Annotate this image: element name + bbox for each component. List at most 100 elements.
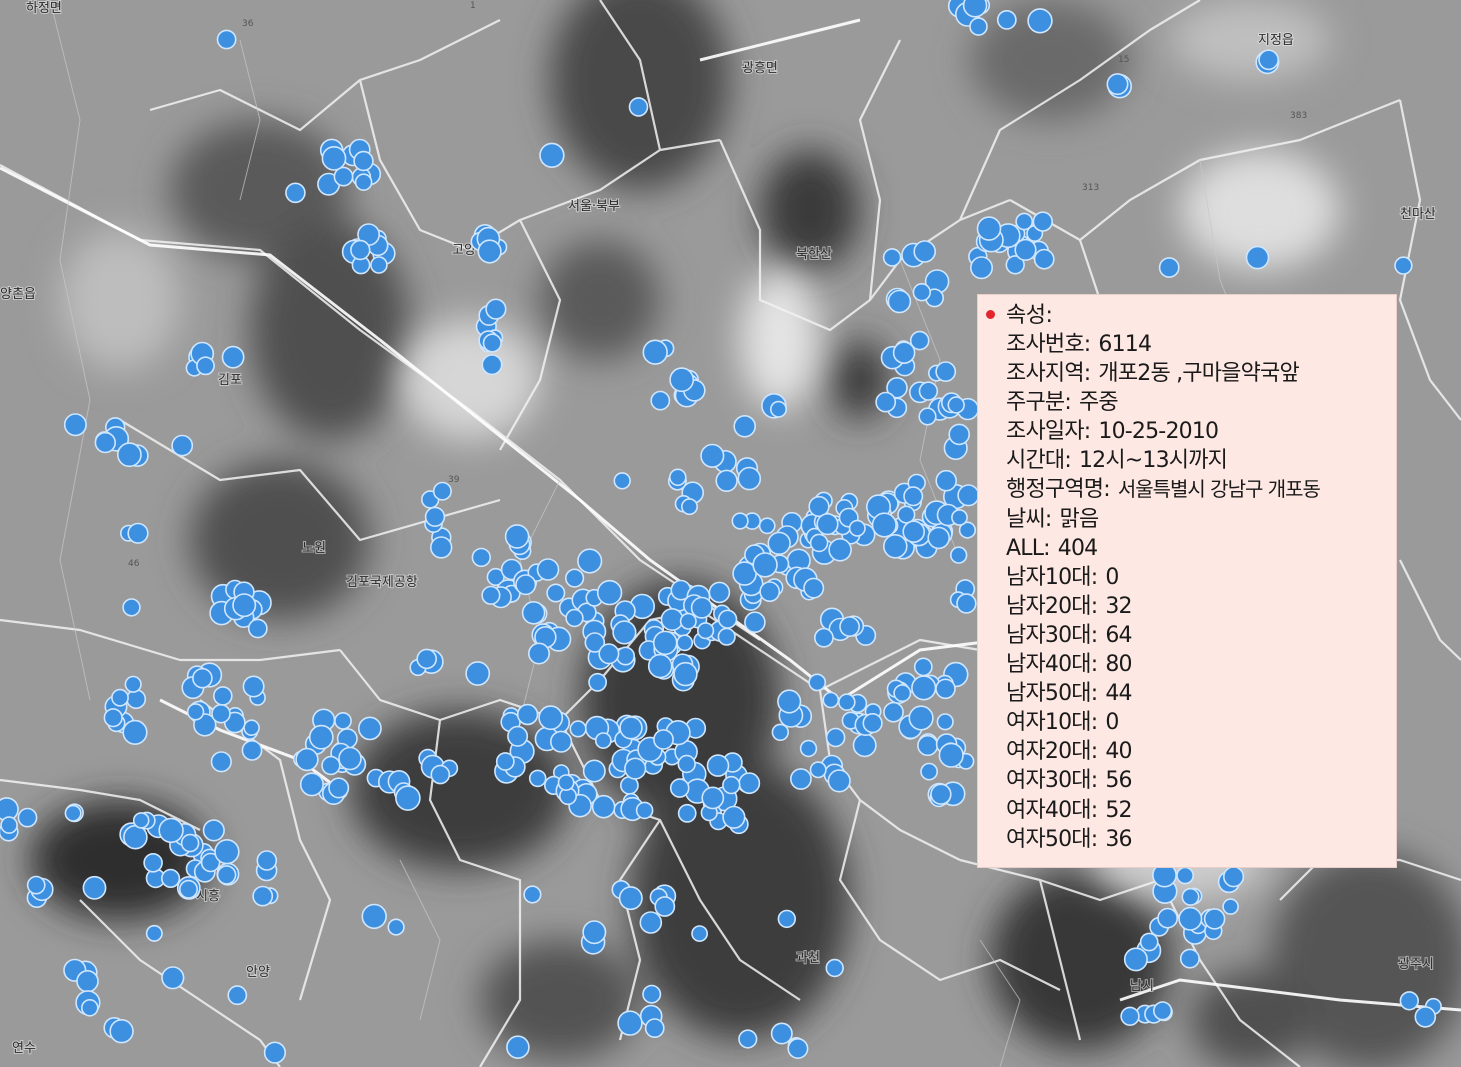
survey-point-marker[interactable] (350, 239, 371, 261)
survey-point-marker[interactable] (882, 248, 902, 267)
survey-point-marker[interactable] (506, 1035, 530, 1059)
survey-point-marker[interactable] (577, 548, 603, 574)
survey-point-marker[interactable] (680, 498, 698, 516)
survey-point-marker[interactable] (424, 506, 446, 527)
survey-point-marker[interactable] (769, 400, 787, 418)
survey-point-marker[interactable] (639, 911, 663, 934)
survey-point-marker[interactable] (912, 283, 931, 302)
survey-point-marker[interactable] (1106, 73, 1129, 96)
survey-point-marker[interactable] (1222, 866, 1245, 888)
survey-point-marker[interactable] (1203, 908, 1226, 930)
survey-point-marker[interactable] (82, 875, 107, 900)
survey-point-marker[interactable] (241, 740, 263, 761)
survey-point-marker[interactable] (951, 509, 968, 526)
survey-point-marker[interactable] (210, 751, 232, 773)
survey-point-marker[interactable] (432, 481, 452, 501)
survey-point-marker[interactable] (777, 909, 796, 929)
survey-point-marker[interactable] (161, 868, 181, 889)
survey-point-marker[interactable] (26, 875, 46, 895)
survey-point-marker[interactable] (790, 768, 812, 790)
survey-point-marker[interactable] (158, 817, 184, 844)
survey-point-marker[interactable] (642, 984, 662, 1004)
survey-point-marker[interactable] (696, 622, 715, 640)
survey-point-marker[interactable] (171, 434, 194, 457)
survey-point-marker[interactable] (913, 240, 937, 263)
survey-point-marker[interactable] (430, 536, 453, 559)
survey-point-marker[interactable] (1123, 947, 1148, 972)
survey-point-marker[interactable] (370, 256, 388, 274)
survey-point-marker[interactable] (285, 182, 306, 204)
survey-point-marker[interactable] (618, 886, 643, 911)
survey-point-marker[interactable] (582, 759, 606, 783)
survey-point-marker[interactable] (596, 579, 623, 606)
survey-point-marker[interactable] (321, 145, 347, 171)
survey-point-marker[interactable] (477, 239, 502, 264)
survey-point-marker[interactable] (143, 852, 163, 873)
survey-point-marker[interactable] (299, 772, 324, 797)
survey-point-marker[interactable] (816, 512, 839, 536)
survey-point-marker[interactable] (546, 583, 566, 603)
survey-point-marker[interactable] (825, 958, 844, 978)
survey-point-marker[interactable] (814, 627, 834, 648)
survey-point-marker[interactable] (917, 734, 939, 757)
survey-point-marker[interactable] (263, 1041, 287, 1064)
survey-point-marker[interactable] (598, 643, 620, 665)
survey-point-marker[interactable] (1178, 906, 1203, 931)
survey-point-marker[interactable] (803, 577, 825, 599)
survey-point-marker[interactable] (1032, 211, 1054, 232)
survey-point-marker[interactable] (828, 537, 852, 562)
survey-point-marker[interactable] (938, 742, 964, 768)
survey-point-marker[interactable] (676, 634, 694, 652)
survey-point-marker[interactable] (1139, 932, 1159, 952)
survey-point-marker[interactable] (242, 675, 265, 698)
survey-point-marker[interactable] (1399, 991, 1420, 1011)
survey-point-marker[interactable] (295, 747, 319, 772)
survey-point-marker[interactable] (927, 526, 951, 550)
survey-point-marker[interactable] (256, 850, 278, 871)
survey-point-marker[interactable] (252, 885, 274, 907)
survey-point-marker[interactable] (387, 918, 405, 936)
survey-point-marker[interactable] (1014, 238, 1037, 261)
survey-point-marker[interactable] (1157, 907, 1179, 929)
survey-point-marker[interactable] (717, 627, 736, 646)
survey-point-marker[interactable] (538, 705, 564, 731)
survey-point-marker[interactable] (902, 520, 926, 544)
survey-point-marker[interactable] (308, 724, 334, 750)
survey-point-marker[interactable] (216, 865, 237, 885)
survey-point-marker[interactable] (124, 675, 142, 693)
survey-point-marker[interactable] (1027, 8, 1053, 34)
survey-point-marker[interactable] (920, 762, 939, 781)
survey-point-marker[interactable] (949, 546, 968, 564)
survey-point-marker[interactable] (809, 533, 829, 553)
survey-point-marker[interactable] (247, 618, 268, 639)
survey-point-marker[interactable] (731, 512, 749, 530)
survey-point-marker[interactable] (103, 708, 123, 728)
survey-point-marker[interactable] (936, 713, 954, 731)
survey-point-marker[interactable] (673, 661, 698, 687)
survey-point-marker[interactable] (908, 705, 934, 731)
survey-point-marker[interactable] (539, 142, 565, 169)
survey-point-marker[interactable] (515, 574, 537, 596)
survey-point-marker[interactable] (481, 354, 503, 376)
survey-point-marker[interactable] (799, 739, 818, 758)
survey-point-marker[interactable] (624, 757, 647, 780)
survey-point-marker[interactable] (744, 611, 766, 634)
survey-point-marker[interactable] (214, 838, 240, 865)
survey-point-marker[interactable] (161, 966, 185, 990)
survey-point-marker[interactable] (652, 630, 678, 656)
survey-point-marker[interactable] (935, 678, 956, 700)
survey-point-marker[interactable] (871, 512, 897, 538)
survey-point-marker[interactable] (357, 716, 382, 741)
survey-point-marker[interactable] (1394, 256, 1413, 275)
survey-point-marker[interactable] (808, 673, 827, 692)
survey-point-marker[interactable] (1158, 257, 1180, 278)
survey-point-marker[interactable] (677, 754, 696, 774)
survey-point-marker[interactable] (564, 568, 585, 588)
survey-point-marker[interactable] (180, 833, 200, 853)
survey-point-marker[interactable] (594, 732, 612, 749)
survey-point-marker[interactable] (1120, 1006, 1140, 1026)
survey-point-marker[interactable] (653, 729, 674, 750)
survey-point-marker[interactable] (395, 785, 421, 811)
survey-point-marker[interactable] (122, 719, 148, 746)
survey-point-marker[interactable] (481, 585, 501, 605)
